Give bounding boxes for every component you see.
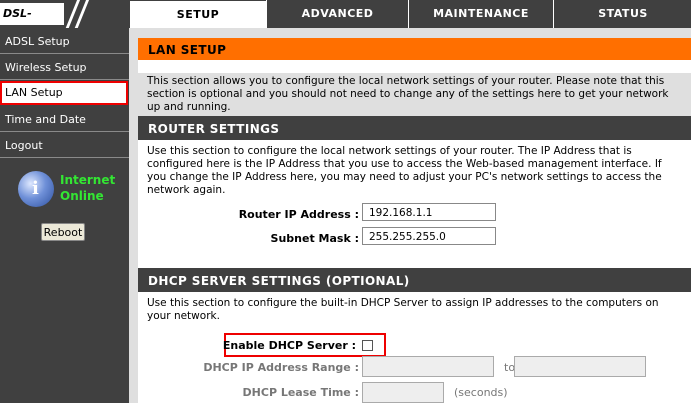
- dhcp-settings-description: Use this section to configure the built-…: [147, 297, 659, 322]
- sidebar-item-time-and-date[interactable]: Time and Date: [0, 108, 129, 132]
- router-ip-input[interactable]: 192.168.1.1: [362, 203, 496, 221]
- tab-advanced[interactable]: ADVANCED: [266, 0, 408, 28]
- dhcp-range-end-input[interactable]: [514, 356, 646, 377]
- lan-setup-title: LAN SETUP: [138, 38, 691, 61]
- router-settings-panel: ROUTER SETTINGS Use this section to conf…: [138, 116, 691, 276]
- dhcp-lease-input[interactable]: [362, 382, 444, 403]
- globe-info-icon: i: [18, 171, 54, 207]
- enable-dhcp-checkbox[interactable]: [362, 340, 373, 351]
- lan-setup-panel: LAN SETUP This section allows you to con…: [138, 38, 691, 113]
- main-content: LAN SETUP This section allows you to con…: [129, 28, 691, 403]
- sidebar-item-lan-setup[interactable]: LAN Setup: [0, 81, 128, 105]
- subnet-mask-label: Subnet Mask :: [270, 232, 359, 245]
- dhcp-range-start-input[interactable]: [362, 356, 494, 377]
- model-name: DSL-2640R: [0, 3, 64, 42]
- top-bar: DSL-2640R SETUP ADVANCED MAINTENANCE STA…: [0, 0, 691, 42]
- router-settings-description: Use this section to configure the local …: [147, 145, 662, 196]
- internet-status: i Internet Online: [18, 169, 128, 213]
- dhcp-lease-label: DHCP Lease Time :: [242, 386, 359, 399]
- status-line-internet: Internet: [60, 173, 116, 187]
- subnet-mask-input[interactable]: 255.255.255.0: [362, 227, 496, 245]
- reboot-button[interactable]: Reboot: [41, 223, 85, 241]
- enable-dhcp-label: Enable DHCP Server :: [222, 339, 356, 352]
- lan-setup-description: This section allows you to configure the…: [147, 75, 669, 113]
- dhcp-range-label: DHCP IP Address Range :: [203, 361, 359, 374]
- tab-status[interactable]: STATUS: [553, 0, 691, 28]
- tab-setup[interactable]: SETUP: [129, 0, 267, 29]
- sidebar-item-logout[interactable]: Logout: [0, 134, 129, 158]
- router-settings-title: ROUTER SETTINGS: [138, 116, 691, 141]
- router-ip-label: Router IP Address :: [238, 208, 359, 221]
- dhcp-settings-title: DHCP SERVER SETTINGS (OPTIONAL): [138, 268, 691, 293]
- sidebar: ADSL Setup Wireless Setup LAN Setup Time…: [0, 28, 129, 403]
- dhcp-settings-panel: DHCP SERVER SETTINGS (OPTIONAL) Use this…: [138, 268, 691, 403]
- status-line-online: Online: [60, 189, 104, 203]
- sidebar-item-wireless-setup[interactable]: Wireless Setup: [0, 56, 129, 80]
- sidebar-item-adsl-setup[interactable]: ADSL Setup: [0, 30, 129, 54]
- tab-maintenance[interactable]: MAINTENANCE: [408, 0, 553, 28]
- dhcp-lease-unit: (seconds): [454, 386, 508, 399]
